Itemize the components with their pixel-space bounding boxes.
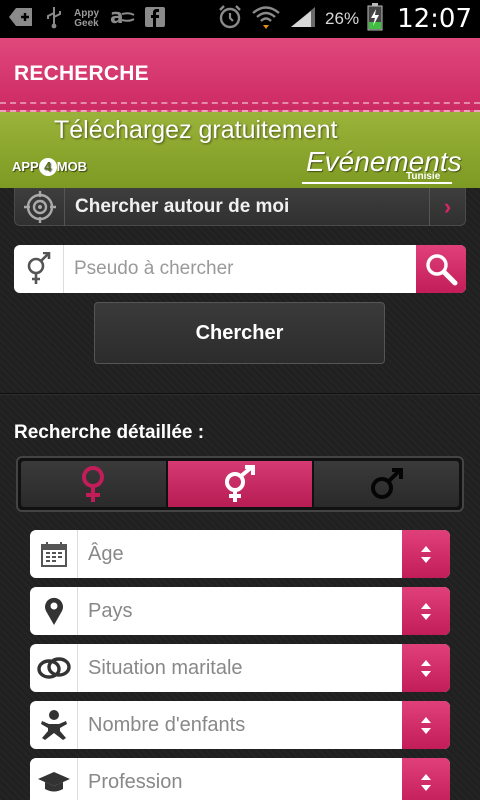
status-bar: Appy Geek a 26% 12:07 xyxy=(0,0,480,38)
app-header: RECHERCHE xyxy=(0,38,480,112)
pseudo-search-button[interactable] xyxy=(416,245,466,293)
banner-brand: APP 4 MOB xyxy=(12,158,88,176)
marital-status-select-label: Situation maritale xyxy=(88,656,243,679)
svg-text:a: a xyxy=(110,6,124,28)
spinner-arrows-icon xyxy=(402,644,450,692)
section-divider xyxy=(0,393,480,395)
search-nearby-button[interactable]: Chercher autour de moi › xyxy=(14,187,466,226)
country-select[interactable]: Pays xyxy=(30,587,450,635)
battery-percent: 26% xyxy=(325,9,360,28)
clock: 12:07 xyxy=(397,4,472,34)
children-count-select-label: Nombre d'enfants xyxy=(88,713,246,736)
chevron-right-icon: › xyxy=(429,187,465,226)
gender-both-option[interactable] xyxy=(167,461,313,507)
male-icon xyxy=(370,468,403,499)
detailed-search-label: Recherche détaillée : xyxy=(14,422,205,443)
usb-icon xyxy=(44,5,64,33)
rings-icon xyxy=(30,644,78,692)
age-select-label: Âge xyxy=(88,542,124,565)
page-title: RECHERCHE xyxy=(14,62,149,85)
children-count-select[interactable]: Nombre d'enfants xyxy=(30,701,450,749)
calendar-icon xyxy=(30,530,78,578)
appygeek-icon: Appy Geek xyxy=(74,8,99,29)
graduation-cap-icon xyxy=(30,758,78,800)
gender-female-option[interactable] xyxy=(21,461,166,507)
battery-icon xyxy=(367,2,383,36)
search-icon xyxy=(426,254,458,286)
add-icon xyxy=(8,7,34,31)
chercher-button[interactable]: Chercher xyxy=(94,302,385,364)
spinner-arrows-icon xyxy=(402,758,450,800)
gender-selector xyxy=(16,456,464,512)
baby-icon xyxy=(30,701,78,749)
female-icon xyxy=(82,466,105,502)
banner-event-sub: Tunisie xyxy=(406,171,441,182)
spinner-arrows-icon xyxy=(402,587,450,635)
pseudo-search-bar xyxy=(14,245,466,293)
banner-underline xyxy=(302,182,452,184)
header-stitch xyxy=(0,102,480,104)
target-icon xyxy=(15,187,65,226)
pseudo-search-input[interactable] xyxy=(64,245,416,293)
gender-both-icon xyxy=(14,245,64,293)
gender-both-icon xyxy=(225,465,255,502)
marital-status-select[interactable]: Situation maritale xyxy=(30,644,450,692)
signal-icon xyxy=(289,5,317,34)
profession-select[interactable]: Profession xyxy=(30,758,450,800)
profession-select-label: Profession xyxy=(88,770,183,793)
spinner-arrows-icon xyxy=(402,701,450,749)
facebook-icon xyxy=(145,7,165,31)
ad-banner[interactable]: Téléchargez gratuitement APP 4 MOB Evéneme… xyxy=(0,112,480,188)
spinner-arrows-icon xyxy=(402,530,450,578)
banner-headline: Téléchargez gratuitement xyxy=(54,116,338,144)
gender-male-option[interactable] xyxy=(314,461,460,507)
country-select-label: Pays xyxy=(88,599,133,622)
age-select[interactable]: Âge xyxy=(30,530,450,578)
wifi-icon xyxy=(251,4,281,35)
amazon-icon: a xyxy=(109,4,135,32)
alarm-icon xyxy=(217,4,243,35)
location-pin-icon xyxy=(30,587,78,635)
search-nearby-label: Chercher autour de moi xyxy=(75,195,290,217)
